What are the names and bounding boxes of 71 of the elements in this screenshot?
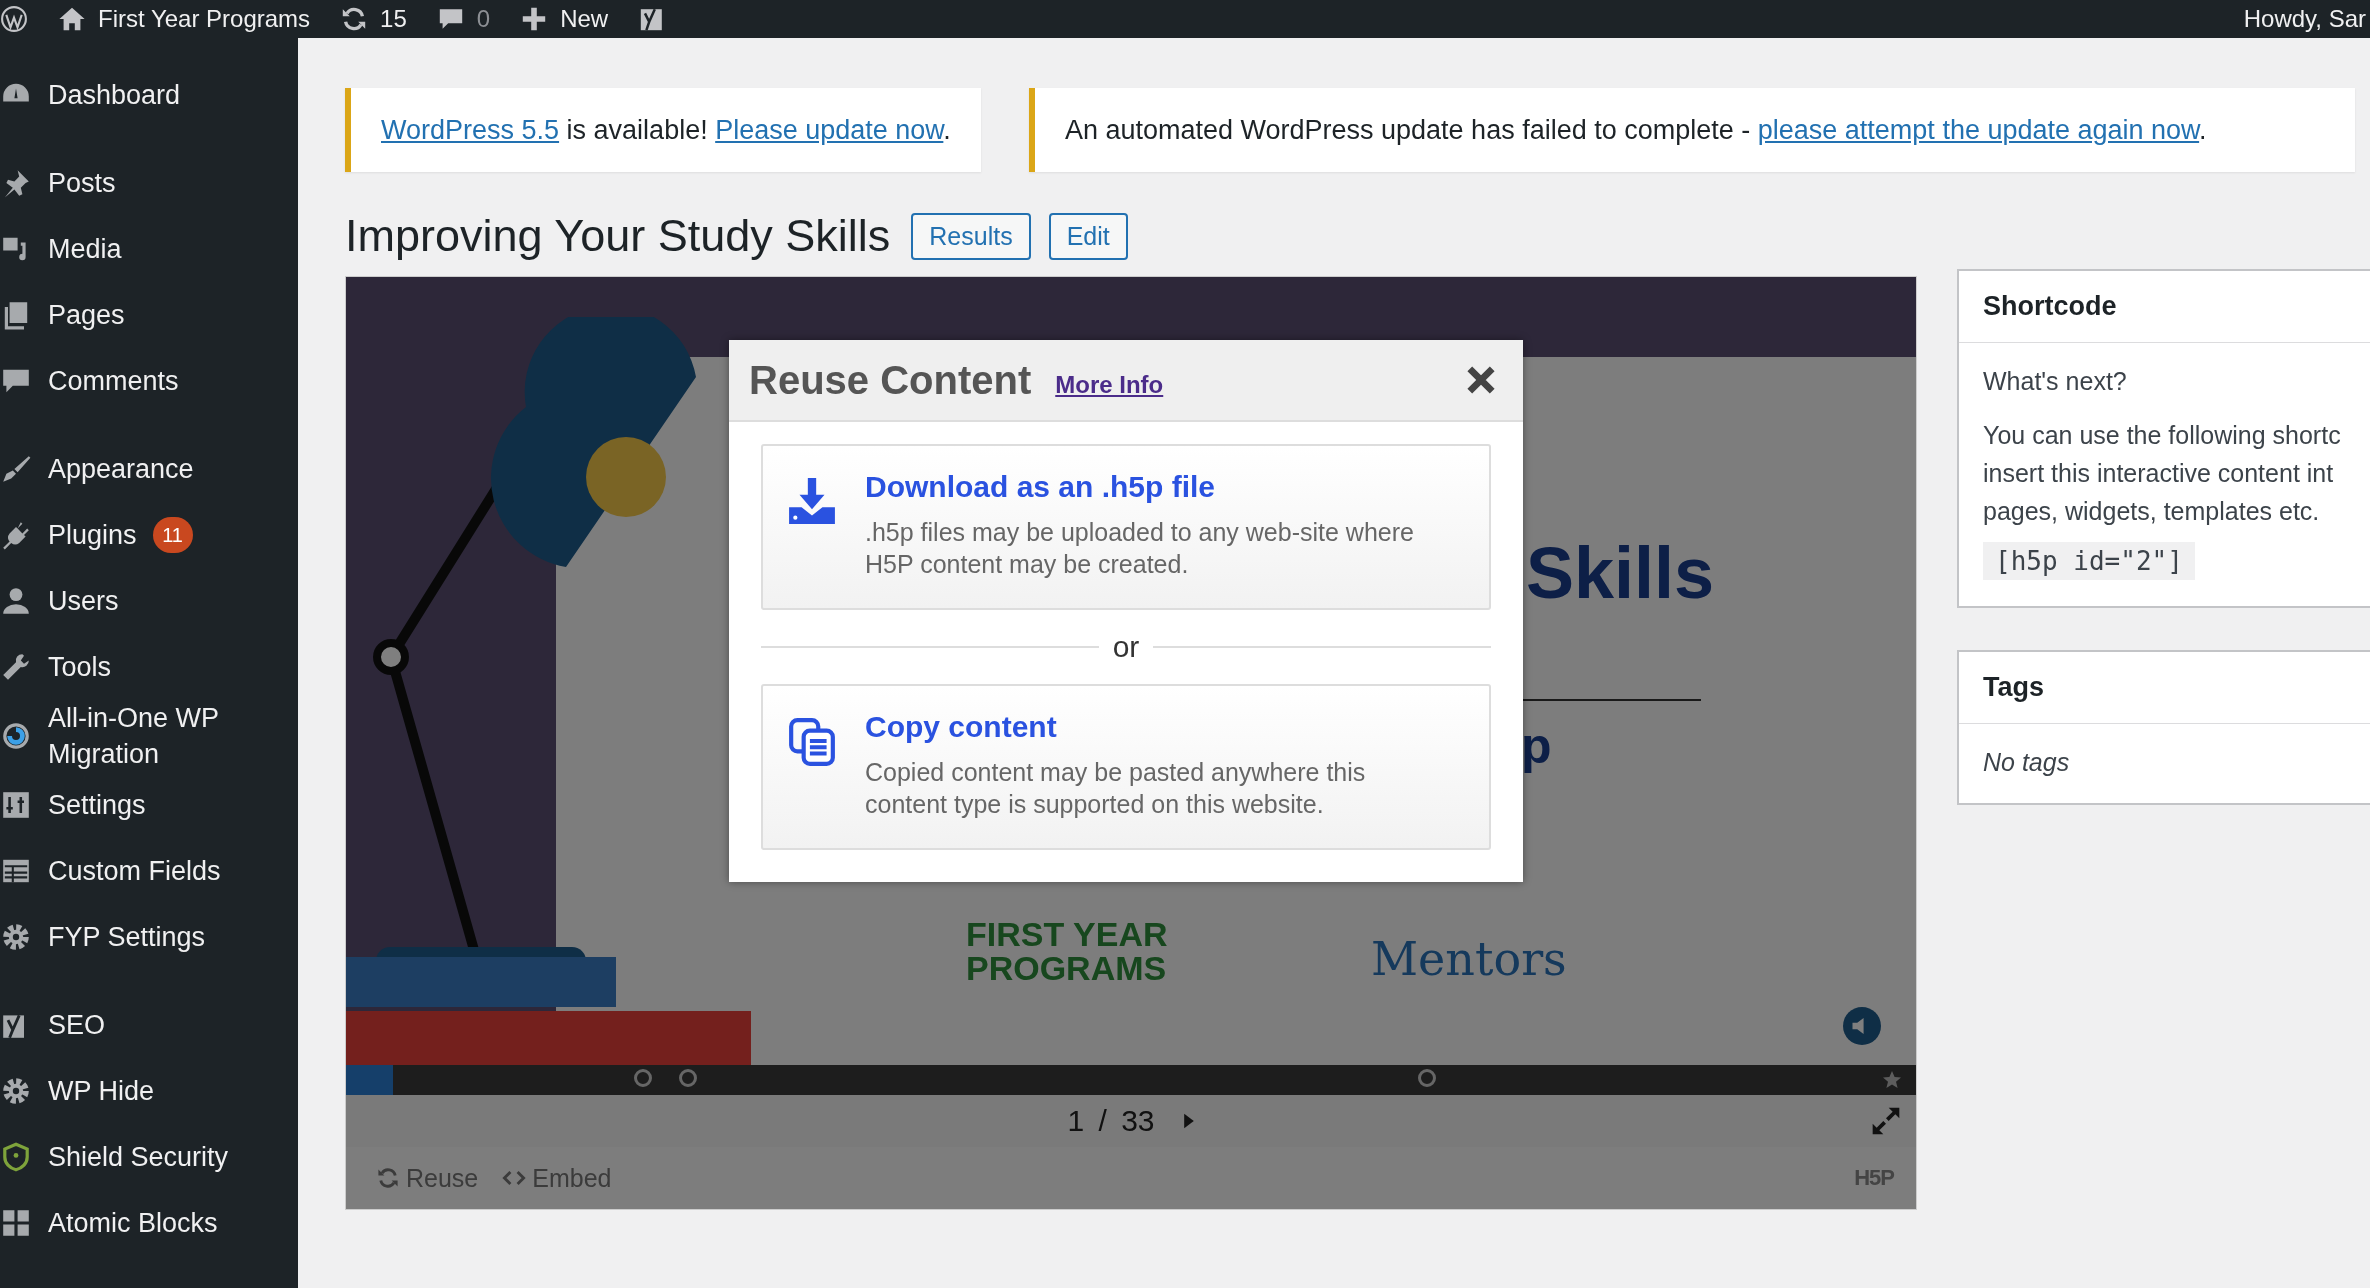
sidebar-item[interactable]: Users xyxy=(0,568,298,634)
instruction-text: You can use the following shortc xyxy=(1983,420,2342,451)
empty-tags-text: No tags xyxy=(1983,748,2071,777)
greeting-link[interactable]: Howdy, Sar xyxy=(2243,5,2366,33)
sidebar-item[interactable]: Tools xyxy=(0,634,298,700)
progress-track[interactable] xyxy=(346,1065,1916,1095)
w-logo-icon[interactable] xyxy=(0,5,28,33)
sidebar-item[interactable]: Comments xyxy=(0,348,298,414)
instruction-text: pages, widgets, templates etc. xyxy=(1983,496,2321,527)
sidebar-item[interactable]: Pages xyxy=(0,282,298,348)
dialog-title: Reuse Content xyxy=(749,357,1032,403)
marker-dot-icon[interactable] xyxy=(1418,1069,1436,1087)
program-logo: FIRST YEAR PROGRAMS xyxy=(966,917,1169,985)
sidebar-item[interactable]: FYP Settings xyxy=(0,904,298,970)
fullscreen-icon[interactable] xyxy=(1870,1105,1902,1137)
sidebar-item[interactable]: Posts xyxy=(0,150,298,216)
comments-link[interactable]: 0 xyxy=(436,5,491,33)
title-button[interactable]: Edit xyxy=(1048,212,1128,260)
star-icon[interactable] xyxy=(1882,1070,1902,1090)
question-text: What's next? xyxy=(1983,367,2128,396)
update-link[interactable]: WordPress 5.5 xyxy=(381,115,560,145)
refresh-icon xyxy=(376,1166,400,1190)
marker-dot-icon[interactable] xyxy=(679,1069,697,1087)
panel-title: Shortcode xyxy=(1959,271,2370,343)
separator-text: or xyxy=(1112,630,1140,664)
sidebar-item[interactable]: WP Hide xyxy=(0,1058,298,1124)
shortcode-text: [h5p id="2"] xyxy=(1983,542,2195,580)
marker-dot-icon[interactable] xyxy=(634,1069,652,1087)
updates-link[interactable]: 15 xyxy=(340,5,407,33)
option-title: Copy content xyxy=(865,710,1058,744)
sidebar-item[interactable]: SEO xyxy=(0,992,298,1058)
sidebar-item[interactable]: Dashboard xyxy=(0,62,298,128)
home-icon xyxy=(58,5,86,33)
option-title: Download as an .h5p file xyxy=(865,470,1217,504)
reuse-option[interactable]: Copy content Copied content may be pasted anywhere this content type is supported on this website. xyxy=(761,684,1491,850)
slide-heading: Skills xyxy=(1526,532,1715,614)
update-link[interactable]: Please update now xyxy=(715,115,944,145)
option-description: .h5p files may be uploaded to any web-site where H5P content may be created. xyxy=(865,517,1415,580)
new-link[interactable]: New xyxy=(520,5,609,33)
panel-title: Tags xyxy=(1959,652,2370,724)
sidebar-item[interactable]: All-in-One WP Migration xyxy=(0,700,298,772)
update-notice: An automated WordPress update has failed to complete - please attempt the update again now. xyxy=(1028,88,2355,172)
update-notice: WordPress 5.5 is available! Please update now. xyxy=(345,88,981,172)
download-icon xyxy=(787,476,837,526)
instruction-text: insert this interactive content int xyxy=(1983,458,2335,489)
sidebar-item[interactable]: Plugins 11 xyxy=(0,502,298,568)
page-title: Improving Your Study Skills xyxy=(345,210,891,262)
speaker-icon[interactable] xyxy=(1843,1007,1881,1045)
next-arrow-icon[interactable] xyxy=(1182,1112,1195,1130)
brush-icon xyxy=(0,453,32,485)
blocks-icon xyxy=(0,1207,32,1239)
option-description: Copied content may be pasted anywhere this content type is supported on this website. xyxy=(865,757,1367,820)
sidebar-item[interactable]: Appearance xyxy=(0,436,298,502)
sidebar-item[interactable]: Shield Security xyxy=(0,1124,298,1190)
sidebar-item[interactable]: Atomic Blocks xyxy=(0,1190,298,1256)
site-name-link[interactable]: First Year Programs xyxy=(58,5,311,33)
sidebar-item[interactable]: Media xyxy=(0,216,298,282)
mentors-logo: Mentors xyxy=(1371,932,1567,986)
sidebar-item[interactable]: Custom Fields xyxy=(0,838,298,904)
user-icon xyxy=(0,585,32,617)
count-badge: 11 xyxy=(152,517,193,553)
shield-icon xyxy=(0,1141,32,1173)
copy-icon xyxy=(787,716,837,766)
slide-counter: 1 / 33 xyxy=(1067,1104,1155,1138)
slide-subheading: p xyxy=(1521,717,1552,775)
reuse-option[interactable]: Download as an .h5p file .h5p files may be uploaded to any web-site where H5P content may be created. xyxy=(761,444,1491,610)
close-icon[interactable] xyxy=(1465,364,1497,396)
sidebar-item[interactable]: Settings xyxy=(0,772,298,838)
title-button[interactable]: Results xyxy=(911,212,1031,260)
more-info-link[interactable]: More Info xyxy=(1055,371,1164,399)
update-link[interactable]: please attempt the update again now xyxy=(1757,115,2200,145)
